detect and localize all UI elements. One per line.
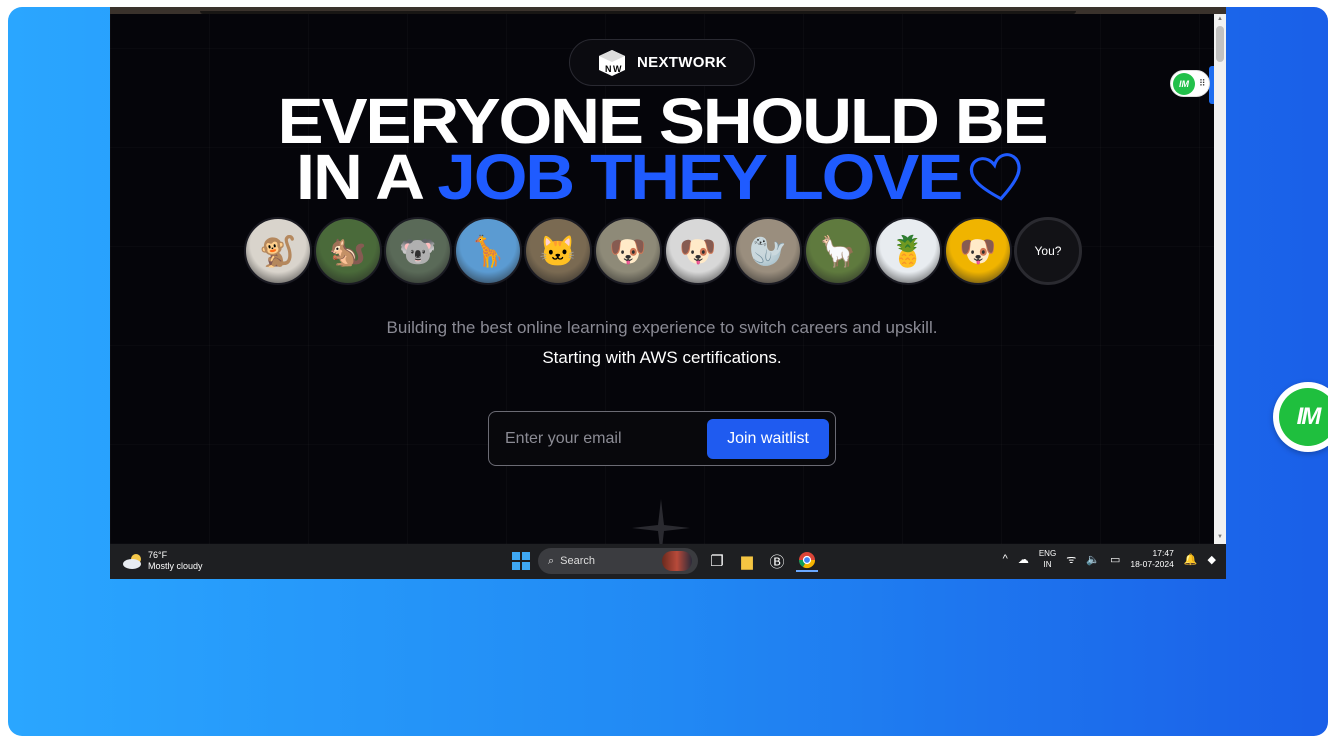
squirrel-image: 🐿️ [329,235,367,269]
chrome-icon[interactable] [796,550,818,572]
system-tray: ^ ☁ ENG IN ᯤ 🔈 ▭ 17:47 18-07-2024 🔔 ◆ [1003,548,1216,570]
avatar-pug-blanket: 🐶 [594,217,662,285]
brave-b-icon[interactable]: Ⓑ [766,550,788,572]
avatar-pug-glasses: 🐶 [664,217,732,285]
avatar-koala: 🐨 [384,217,452,285]
subtitle-secondary: Starting with AWS certifications. [542,348,782,367]
pug-yellow-image: 🐶 [959,235,997,269]
join-waitlist-button[interactable]: Join waitlist [707,419,829,459]
volume-icon[interactable]: 🔈 [1086,553,1100,566]
waitlist-form: Join waitlist [488,411,836,466]
pug-glasses-image: 🐶 [679,235,717,269]
avatar-pineapple: 🍍 [874,217,942,285]
white-monkey-image: 🐒 [259,235,297,269]
clock[interactable]: 17:47 18-07-2024 [1130,548,1173,570]
avatar-seal: 🦭 [734,217,802,285]
headline-white-part: IN A [295,141,438,213]
avatar-cat: 🐱 [524,217,592,285]
task-view-icon[interactable]: ❐ [706,550,728,572]
search-label: Search [560,555,596,567]
llama-image: 🦙 [819,235,857,269]
chevron-up-icon[interactable]: ^ [1003,553,1008,565]
taskbar-apps: ⌕ Search ❐ ▆ Ⓑ [512,548,818,574]
pug-blanket-image: 🐶 [609,235,647,269]
weather-desc: Mostly cloudy [148,561,203,571]
sparkle-icon [632,499,690,544]
avatar-llama: 🦙 [804,217,872,285]
avatar-squirrel: 🐿️ [314,217,382,285]
giraffe-image: 🦒 [469,235,507,269]
avatar-white-monkey: 🐒 [244,217,312,285]
region-code: IN [1043,560,1052,569]
screen-capture: N W NEXTWORK EVERYONE SHOULD BE IN A JOB… [110,7,1226,579]
search-icon: ⌕ [548,554,555,567]
cloud-icon [123,554,141,569]
browser-top-strip [110,7,1226,14]
koala-image: 🐨 [399,235,437,269]
weather-widget[interactable]: 76°F Mostly cloudy [122,550,203,572]
windows-taskbar: 76°F Mostly cloudy ⌕ Search ❐ ▆ Ⓑ ^ ☁ EN… [110,544,1226,579]
taskbar-search[interactable]: ⌕ Search [538,548,698,574]
extension-badge-logo-icon: IM [1279,388,1328,446]
cat-image: 🐱 [539,235,577,269]
seal-image: 🦭 [749,235,787,269]
avatar-row: 🐒 🐿️ 🐨 🦒 🐱 🐶 🐶 🦭 🦙 🍍 🐶 You? [244,217,1082,289]
weather-temp: 76°F [148,550,168,560]
extension-floating-badge[interactable]: IM [1273,382,1328,452]
avatar-you: You? [1014,217,1082,285]
copilot-icon[interactable]: ◆ [1208,553,1216,566]
page-scrollbar[interactable]: ▲ ▼ [1214,14,1226,544]
scroll-down-icon[interactable]: ▼ [1217,534,1223,540]
avatar-giraffe: 🦒 [454,217,522,285]
subtitle-primary: Building the best online learning experi… [386,318,938,337]
battery-icon[interactable]: ▭ [1110,553,1120,566]
nextwork-logo-icon: N W [599,49,626,76]
windows-start-icon[interactable] [512,552,530,570]
search-highlight-image [662,551,692,571]
headline-line-2: IN A JOB THEY LOVE [110,145,1214,209]
headline-blue-part: JOB THEY LOVE [437,141,963,213]
onedrive-icon[interactable]: ☁ [1018,553,1029,566]
clock-time: 17:47 [1152,548,1174,558]
brand-name: NEXTWORK [637,54,727,71]
language-indicator[interactable]: ENG IN [1039,548,1056,570]
pineapple-image: 🍍 [889,235,927,269]
scroll-up-icon[interactable]: ▲ [1217,16,1223,22]
avatar-pug-yellow: 🐶 [944,217,1012,285]
web-page: N W NEXTWORK EVERYONE SHOULD BE IN A JOB… [110,14,1214,544]
wifi-icon[interactable]: ᯤ [1066,552,1076,567]
file-explorer-icon[interactable]: ▆ [736,550,758,572]
app-frame: N W NEXTWORK EVERYONE SHOULD BE IN A JOB… [8,7,1328,736]
notification-bell-icon[interactable]: 🔔 [1184,553,1198,566]
scrollbar-thumb[interactable] [1216,26,1224,62]
email-input[interactable] [499,422,699,455]
language-code: ENG [1038,549,1057,558]
extension-logo-icon: IM [1173,73,1195,95]
grip-icon[interactable]: ⠿ [1199,79,1206,88]
svg-text:N: N [605,64,612,74]
heart-outline-icon [969,153,1021,201]
clock-date: 18-07-2024 [1130,559,1174,569]
extension-toggle[interactable]: IM ⠿ [1170,70,1210,97]
svg-text:W: W [613,64,622,74]
brand-pill[interactable]: N W NEXTWORK [569,39,755,86]
